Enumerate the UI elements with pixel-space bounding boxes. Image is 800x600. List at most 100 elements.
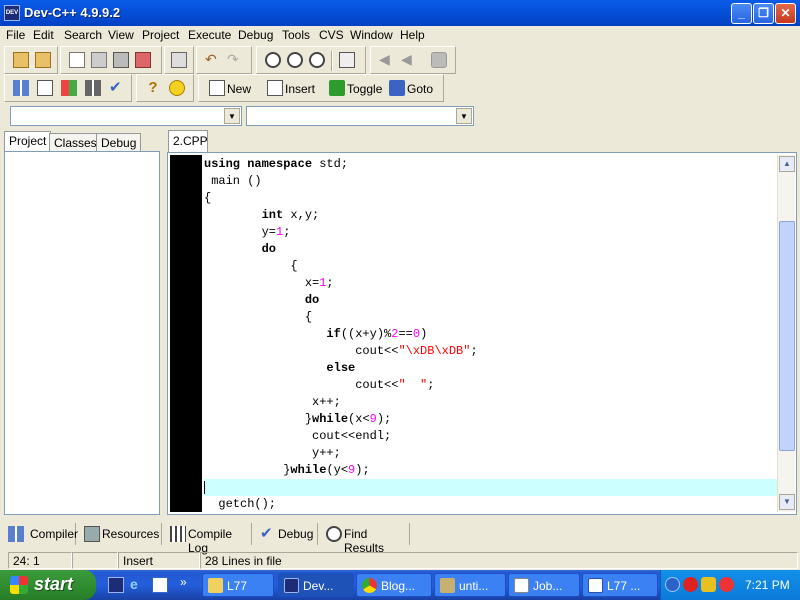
forward-arrow-icon[interactable]: ◀ [401,52,417,68]
code-line: do [261,242,277,256]
toolbar-help: ? [136,74,194,102]
code-line: x++; [204,395,341,409]
resource-icon[interactable] [61,80,77,96]
active-code-line[interactable] [204,479,777,496]
compile-icon[interactable] [431,52,447,68]
task-job[interactable]: Job... [508,573,580,597]
task-blog[interactable]: Blog... [356,573,432,597]
menu-cvs[interactable]: CVS [319,28,344,42]
title-bar[interactable]: DEV Dev-C++ 4.9.9.2 _ ❐ ✕ [0,0,800,26]
tab-project[interactable]: Project [4,131,52,152]
find-next-icon[interactable] [309,52,325,68]
project-icon[interactable] [13,80,29,96]
desktop-quicklaunch-icon[interactable] [152,577,168,593]
tab-classes[interactable]: Classes [49,133,102,152]
start-label: start [34,574,74,594]
code-line: }while(x<9); [204,412,392,426]
toggle-button[interactable]: Toggle [347,82,382,96]
undo-icon[interactable]: ↶ [205,52,221,68]
menu-window[interactable]: Window [350,28,393,42]
editor-vertical-scrollbar[interactable]: ▲ ▼ [777,155,795,512]
open-file-icon[interactable] [91,52,107,68]
tray-expand-icon[interactable] [665,577,680,592]
menu-view[interactable]: View [108,28,134,42]
editor-file-tab[interactable]: 2.CPP [168,130,208,152]
tab-compiler[interactable]: Compiler [4,523,79,545]
dev-cpp-icon [284,578,299,593]
new-icon[interactable] [209,80,225,96]
security-icon[interactable] [683,577,698,592]
menu-edit[interactable]: Edit [33,28,54,42]
toggle-bookmark-icon[interactable] [329,80,345,96]
new-class-icon[interactable] [35,52,51,68]
tab-debug-output[interactable]: ✔ Debug [256,523,318,545]
app-icon: DEV [4,5,20,21]
toolbar-undo: ↶ ↷ [196,46,252,74]
replace-icon[interactable] [287,52,303,68]
scroll-up-arrow-icon[interactable]: ▲ [779,156,795,172]
document-icon [514,578,529,593]
code-line: else [326,361,356,375]
save-all-icon[interactable] [113,52,129,68]
chevron-down-icon[interactable]: ▼ [224,108,240,124]
ie-quicklaunch-icon[interactable]: e [130,577,146,593]
window-icon[interactable] [37,80,53,96]
goto-button[interactable]: Goto [407,82,433,96]
help-icon[interactable]: ? [145,80,161,96]
tiles-icon[interactable] [85,80,101,96]
task-l77-word[interactable]: L77 ... [582,573,658,597]
insert-button[interactable]: Insert [285,82,315,96]
menu-help[interactable]: Help [400,28,425,42]
task-l77-folder[interactable]: L77 [202,573,274,597]
class-combo[interactable]: ▼ [10,106,242,126]
insert-icon[interactable] [267,80,283,96]
about-smiley-icon[interactable] [169,80,185,96]
chevron-down-icon[interactable]: ▼ [456,108,472,124]
close-file-icon[interactable] [135,52,151,68]
new-button[interactable]: New [227,82,251,96]
find-icon[interactable] [265,52,281,68]
class-browser-icon[interactable] [13,52,29,68]
code-editor[interactable]: using namespace std; main () { int x,y; … [167,152,797,515]
code-area[interactable]: using namespace std; main () { int x,y; … [204,156,777,513]
member-combo[interactable]: ▼ [246,106,474,126]
task-devcpp[interactable]: Dev... [278,573,354,597]
menu-project[interactable]: Project [142,28,179,42]
close-button[interactable]: ✕ [775,3,796,24]
redo-icon[interactable]: ↷ [227,52,243,68]
restore-button[interactable]: ❐ [753,3,774,24]
goto-bookmark-icon[interactable] [389,80,405,96]
quicklaunch-expand-icon[interactable]: » [180,575,187,589]
tab-compiler-label: Compiler [30,527,79,541]
scroll-down-arrow-icon[interactable]: ▼ [779,494,795,510]
menu-execute[interactable]: Execute [188,28,231,42]
tab-debug[interactable]: Debug [96,133,142,152]
clock[interactable]: 7:21 PM [745,578,790,592]
menu-search[interactable]: Search [64,28,102,42]
new-file-icon[interactable] [69,52,85,68]
shield-icon[interactable] [701,577,716,592]
task-paint[interactable]: unti... [434,573,506,597]
toolbar-nav: ◀ ◀ [370,46,456,74]
task-label: L77 ... [607,579,641,593]
menu-tools[interactable]: Tools [282,28,310,42]
scrollbar-thumb[interactable] [779,221,795,451]
print-icon[interactable] [171,52,187,68]
back-arrow-icon[interactable]: ◀ [379,52,395,68]
start-button[interactable]: start [0,570,96,600]
tab-compile-log[interactable]: Compile Log [166,523,252,555]
tab-resources[interactable]: Resources [80,523,162,545]
code-line: }while(y<9); [204,463,370,477]
project-tree[interactable] [4,151,160,515]
menu-debug[interactable]: Debug [238,28,273,42]
code-line: int x,y; [261,208,320,222]
goto-line-icon[interactable] [339,52,355,68]
menu-file[interactable]: File [6,28,25,42]
dev-cpp-quicklaunch-icon[interactable] [108,577,124,593]
tab-find-results[interactable]: Find Results [322,523,410,555]
minimize-button[interactable]: _ [731,3,752,24]
code-line: { [204,259,298,273]
check-icon[interactable]: ✔ [109,80,125,96]
tab-resources-label: Resources [102,527,160,541]
alert-icon[interactable] [719,577,734,592]
